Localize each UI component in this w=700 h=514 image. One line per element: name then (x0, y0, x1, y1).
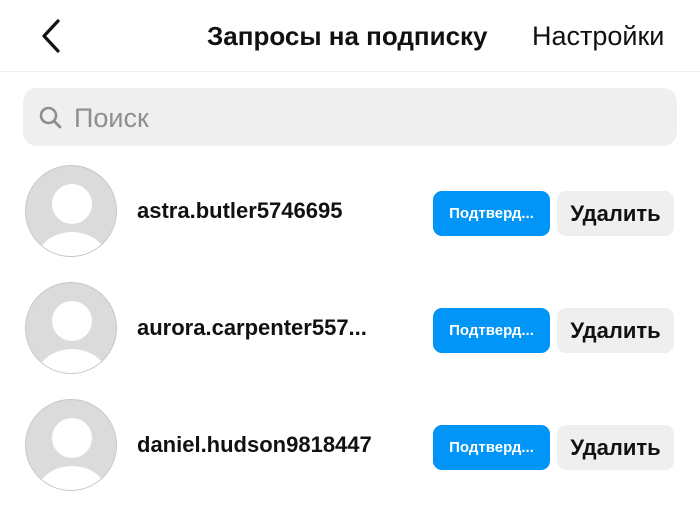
avatar[interactable] (25, 165, 117, 257)
avatar-head-shape (52, 418, 92, 458)
back-button[interactable] (36, 16, 72, 56)
avatar-head-shape (52, 184, 92, 224)
list-item: astra.butler5746695 Подтверд... Удалить (0, 165, 700, 265)
chevron-left-icon (42, 19, 60, 53)
avatar[interactable] (25, 399, 117, 491)
confirm-button[interactable]: Подтверд... (433, 425, 550, 470)
avatar[interactable] (25, 282, 117, 374)
username[interactable]: astra.butler5746695 (137, 198, 342, 224)
delete-button[interactable]: Удалить (557, 191, 674, 236)
list-item: aurora.carpenter557... Подтверд... Удали… (0, 282, 700, 382)
search-input[interactable] (74, 98, 654, 138)
settings-button[interactable]: Настройки (532, 20, 664, 52)
avatar-body-shape (36, 466, 108, 490)
username[interactable]: aurora.carpenter557... (137, 315, 367, 341)
delete-button[interactable]: Удалить (557, 425, 674, 470)
confirm-button[interactable]: Подтверд... (433, 191, 550, 236)
username[interactable]: daniel.hudson9818447 (137, 432, 372, 458)
list-item: daniel.hudson9818447 Подтверд... Удалить (0, 399, 700, 499)
avatar-head-shape (52, 301, 92, 341)
search-icon (39, 106, 62, 129)
top-navigation-bar: Запросы на подписку Настройки (0, 0, 700, 72)
page-title: Запросы на подписку (207, 21, 488, 51)
avatar-body-shape (36, 232, 108, 256)
avatar-body-shape (36, 349, 108, 373)
delete-button[interactable]: Удалить (557, 308, 674, 353)
confirm-button[interactable]: Подтверд... (433, 308, 550, 353)
